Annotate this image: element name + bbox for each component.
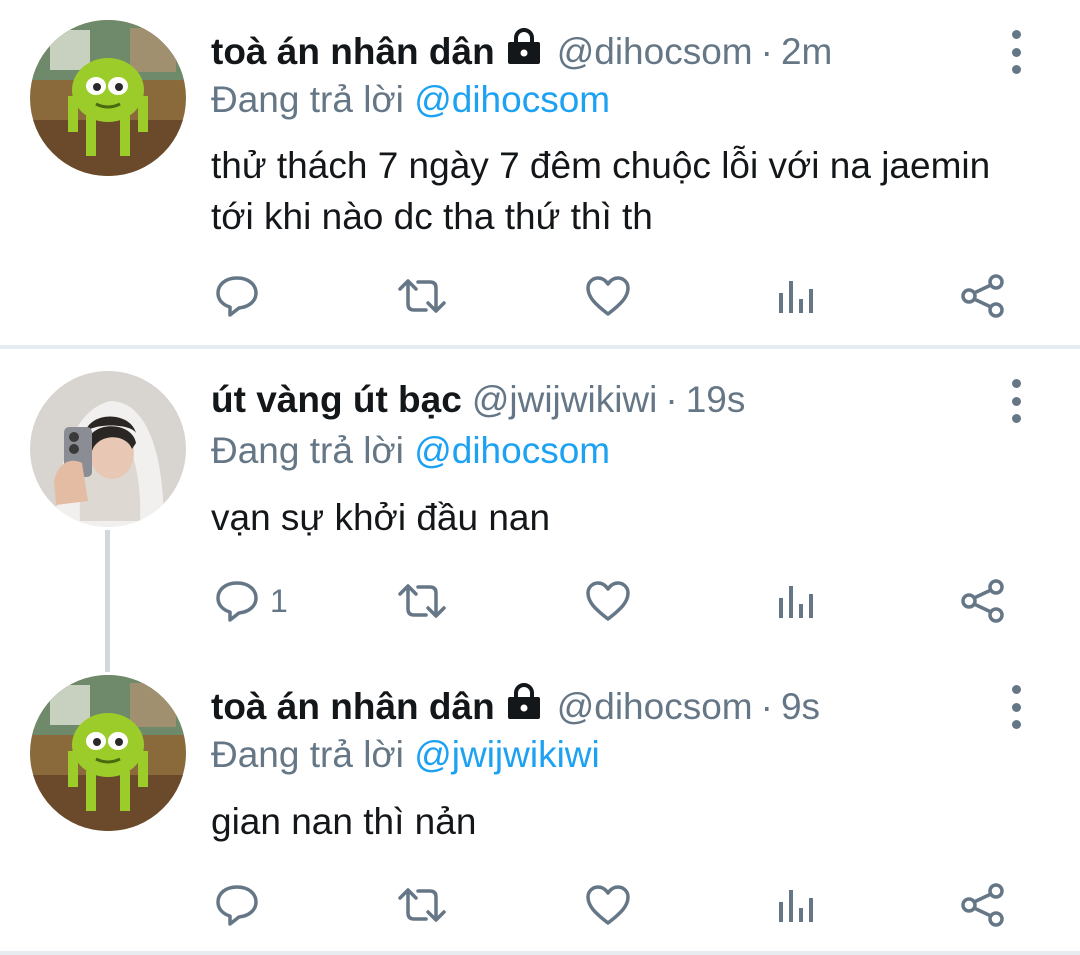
reply-icon	[216, 276, 258, 317]
analytics-icon	[779, 586, 813, 618]
avatar[interactable]	[30, 675, 186, 831]
reply-button[interactable]: 1	[214, 571, 288, 631]
reply-icon	[216, 885, 258, 926]
bottom-divider	[0, 951, 1080, 955]
retweet-button[interactable]	[396, 266, 448, 326]
retweet-icon	[398, 584, 446, 618]
retweet-button[interactable]	[396, 571, 448, 631]
replying-to-label: Đang trả lời	[211, 734, 404, 775]
share-button[interactable]	[960, 875, 1006, 935]
tweet-1[interactable]: toà án nhân dân @dihocsom · 2m Đang trả …	[0, 0, 1080, 345]
display-name[interactable]: toà án nhân dân	[211, 682, 495, 732]
replying-to: Đang trả lời @dihocsom	[211, 76, 610, 124]
retweet-button[interactable]	[396, 875, 448, 935]
reply-button[interactable]	[214, 875, 270, 935]
timestamp[interactable]: 19s	[686, 375, 746, 425]
tweet-text: vạn sự khởi đầu nan	[211, 497, 551, 538]
analytics-button[interactable]	[776, 266, 816, 326]
display-name[interactable]: út vàng út bạc	[211, 375, 462, 425]
replying-to: Đang trả lời @jwijwikiwi	[211, 731, 600, 779]
action-bar	[0, 266, 1080, 326]
share-button[interactable]	[960, 571, 1006, 631]
like-button[interactable]	[585, 266, 631, 326]
share-button[interactable]	[960, 266, 1006, 326]
reply-icon	[216, 581, 258, 622]
reply-count: 1	[270, 582, 288, 619]
like-button[interactable]	[585, 875, 631, 935]
user-handle[interactable]: @jwijwikiwi	[472, 375, 658, 425]
retweet-icon	[398, 279, 446, 313]
user-handle[interactable]: @dihocsom	[557, 27, 753, 77]
tweet-header: út vàng út bạc @jwijwikiwi · 19s	[211, 375, 745, 425]
like-icon	[586, 276, 630, 316]
share-icon	[961, 579, 1004, 623]
share-icon	[961, 883, 1004, 927]
mention-link[interactable]: @jwijwikiwi	[414, 734, 600, 775]
timestamp[interactable]: 9s	[781, 682, 820, 732]
separator-dot: ·	[760, 686, 773, 727]
avatar[interactable]	[30, 371, 186, 527]
mention-link[interactable]: @dihocsom	[414, 430, 610, 471]
action-bar: 1	[0, 571, 1080, 631]
display-name[interactable]: toà án nhân dân	[211, 27, 495, 77]
tweet-text: gian nan thì nản	[211, 801, 477, 842]
lock-icon	[505, 27, 543, 77]
replying-to: Đang trả lời @dihocsom	[211, 427, 610, 475]
analytics-button[interactable]	[776, 875, 816, 935]
tweet-3[interactable]: toà án nhân dân @dihocsom · 9s Đang trả …	[0, 655, 1080, 955]
action-bar	[0, 875, 1080, 935]
tweet-2[interactable]: út vàng út bạc @jwijwikiwi · 19s Đang tr…	[0, 349, 1080, 649]
separator-dot: ·	[760, 31, 773, 72]
separator-dot: ·	[665, 379, 678, 420]
tweet-text: thử thách 7 ngày 7 đêm chuộc lỗi với na …	[211, 145, 991, 237]
mention-link[interactable]: @dihocsom	[414, 79, 610, 120]
analytics-icon	[779, 890, 813, 922]
like-icon	[586, 581, 630, 621]
tweet-header: toà án nhân dân @dihocsom · 2m	[211, 27, 832, 77]
user-handle[interactable]: @dihocsom	[557, 682, 753, 732]
reply-button[interactable]	[214, 266, 270, 326]
analytics-icon	[779, 281, 813, 313]
more-icon[interactable]	[1004, 30, 1028, 74]
analytics-button[interactable]	[776, 571, 816, 631]
share-icon	[961, 274, 1004, 318]
like-icon	[586, 885, 630, 925]
avatar[interactable]	[30, 20, 186, 176]
tweet-header: toà án nhân dân @dihocsom · 9s	[211, 682, 820, 732]
more-icon[interactable]	[1004, 379, 1028, 423]
like-button[interactable]	[585, 571, 631, 631]
lock-icon	[505, 682, 543, 732]
replying-to-label: Đang trả lời	[211, 79, 404, 120]
retweet-icon	[398, 888, 446, 922]
replying-to-label: Đang trả lời	[211, 430, 404, 471]
more-icon[interactable]	[1004, 685, 1028, 729]
timestamp[interactable]: 2m	[781, 27, 832, 77]
